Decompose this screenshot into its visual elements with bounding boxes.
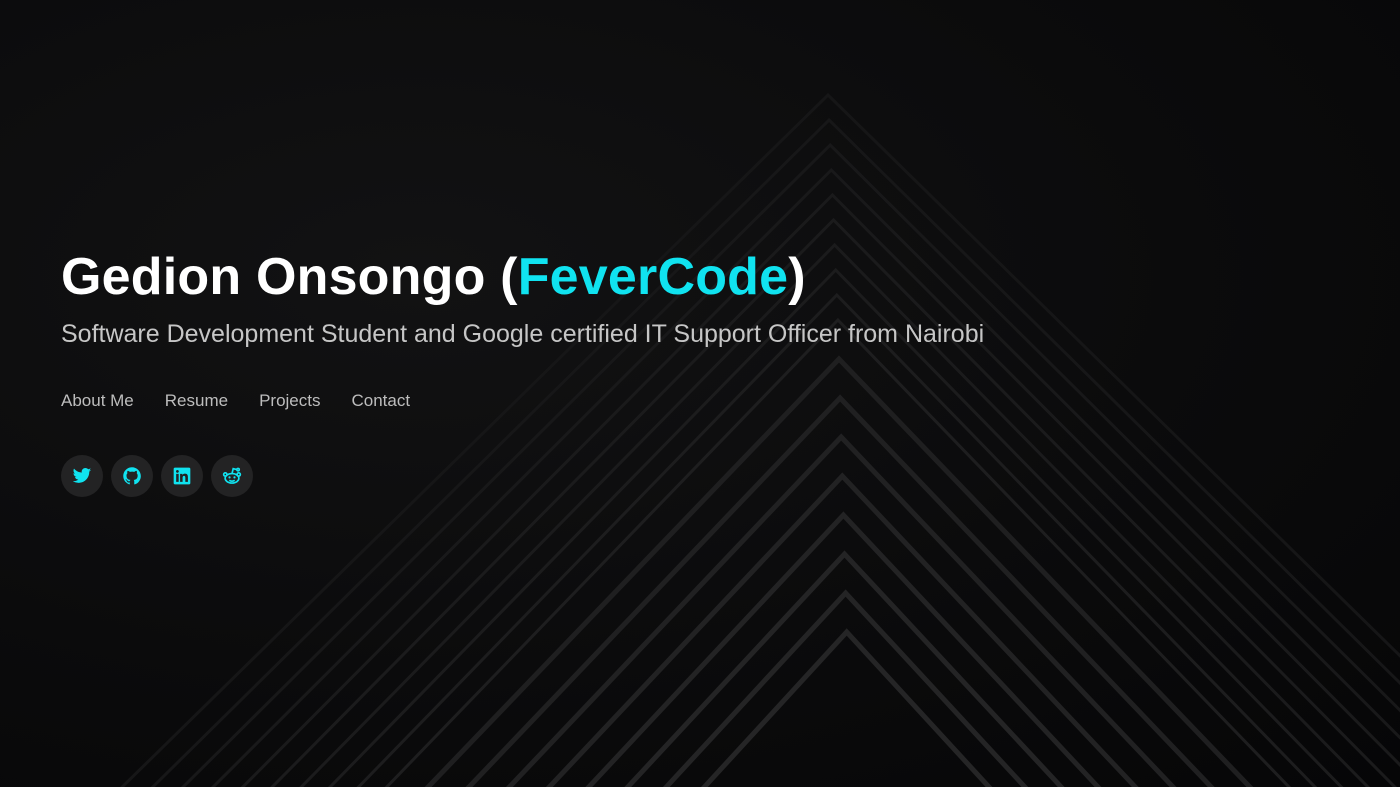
title-accent: FeverCode xyxy=(517,248,789,306)
title-name: Gedion Onsongo ( xyxy=(61,248,518,306)
title-suffix: ) xyxy=(788,248,806,306)
pyramid-chevron xyxy=(701,628,993,787)
reddit-icon xyxy=(222,467,242,484)
twitter-icon xyxy=(72,468,92,483)
nav-about-me[interactable]: About Me xyxy=(61,389,134,413)
main-nav: About Me Resume Projects Contact xyxy=(61,389,984,413)
hero: Gedion Onsongo (FeverCode) Software Deve… xyxy=(61,245,984,497)
github-icon xyxy=(123,467,141,485)
github-button[interactable] xyxy=(111,455,153,497)
nav-projects[interactable]: Projects xyxy=(259,389,320,413)
pyramid-chevron xyxy=(624,550,1065,787)
tagline: Software Development Student and Google … xyxy=(61,320,985,348)
nav-contact[interactable]: Contact xyxy=(352,389,411,413)
reddit-button[interactable] xyxy=(211,455,253,497)
twitter-button[interactable] xyxy=(61,455,103,497)
linkedin-icon xyxy=(173,467,191,485)
linkedin-button[interactable] xyxy=(161,455,203,497)
nav-resume[interactable]: Resume xyxy=(165,389,228,413)
page-title: Gedion Onsongo (FeverCode) xyxy=(61,245,984,309)
social-links xyxy=(61,455,984,497)
